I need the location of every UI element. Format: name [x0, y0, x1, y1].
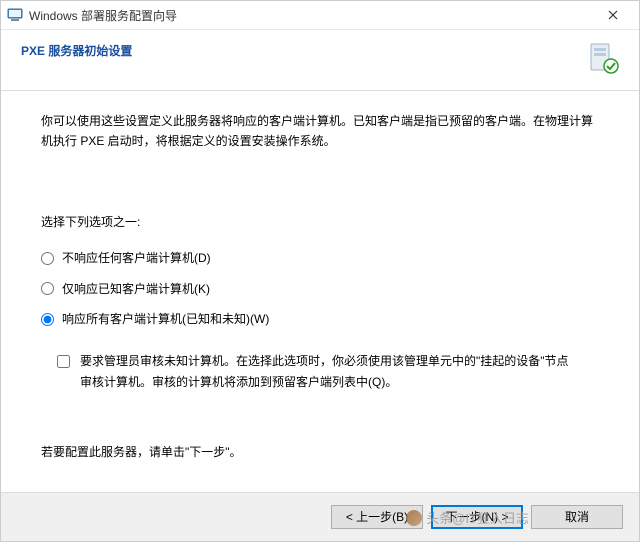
wizard-body: 你可以使用这些设置定义此服务器将响应的客户端计算机。已知客户端是指已预留的客户端…: [1, 91, 639, 492]
server-icon: [583, 40, 619, 76]
option-label: 响应所有客户端计算机(已知和未知)(W): [62, 309, 269, 329]
window-title: Windows 部署服务配置向导: [29, 7, 593, 24]
option-all-clients[interactable]: 响应所有客户端计算机(已知和未知)(W): [41, 309, 599, 329]
titlebar: Windows 部署服务配置向导: [1, 1, 639, 30]
admin-approval-checkbox[interactable]: [57, 355, 70, 368]
option-known-only[interactable]: 仅响应已知客户端计算机(K): [41, 279, 599, 299]
wizard-header: PXE 服务器初始设置: [1, 30, 639, 91]
radio-all-clients[interactable]: [41, 313, 54, 326]
page-heading: PXE 服务器初始设置: [21, 40, 583, 59]
close-button[interactable]: [593, 1, 633, 29]
wizard-window: Windows 部署服务配置向导 PXE 服务器初始设置 你可以使用这些设置定义…: [0, 0, 640, 542]
radio-known-only[interactable]: [41, 282, 54, 295]
radio-no-response[interactable]: [41, 252, 54, 265]
option-label: 不响应任何客户端计算机(D): [62, 248, 211, 268]
intro-text: 你可以使用这些设置定义此服务器将响应的客户端计算机。已知客户端是指已预留的客户端…: [41, 111, 599, 152]
app-icon: [7, 7, 23, 23]
option-no-response[interactable]: 不响应任何客户端计算机(D): [41, 248, 599, 268]
wizard-footer: < 上一步(B) 下一步(N) > 取消 头条@IT狂人日志: [1, 492, 639, 541]
back-button[interactable]: < 上一步(B): [331, 505, 423, 529]
admin-approval-row: 要求管理员审核未知计算机。在选择此选项时，你必须使用该管理单元中的"挂起的设备"…: [57, 351, 599, 392]
instruction-text: 若要配置此服务器，请单击"下一步"。: [41, 442, 599, 462]
cancel-button[interactable]: 取消: [531, 505, 623, 529]
next-button[interactable]: 下一步(N) >: [431, 505, 523, 529]
option-label: 仅响应已知客户端计算机(K): [62, 279, 210, 299]
options-prompt: 选择下列选项之一:: [41, 212, 599, 232]
admin-approval-label: 要求管理员审核未知计算机。在选择此选项时，你必须使用该管理单元中的"挂起的设备"…: [80, 351, 580, 392]
